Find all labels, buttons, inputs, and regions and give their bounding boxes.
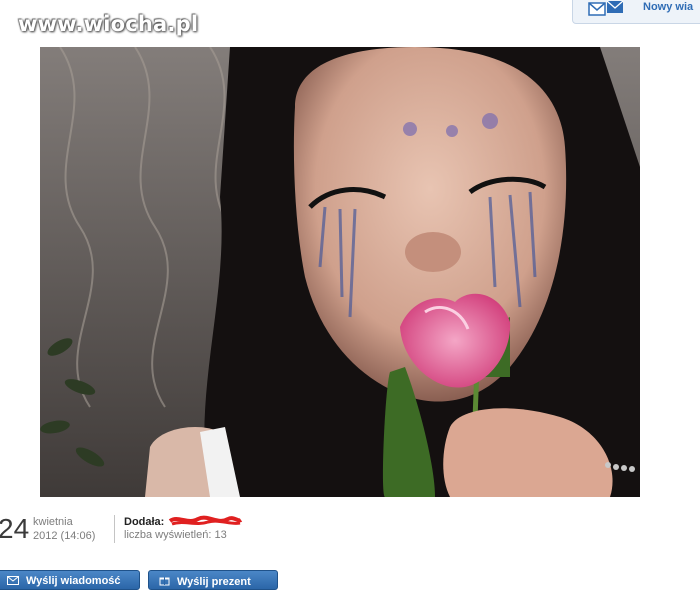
added-by-label: Dodała: [124,516,165,528]
post-photo [40,47,640,497]
envelope-icon [587,0,627,24]
views-row: liczba wyświetleń: 13 [124,529,227,541]
meta-divider [114,515,115,543]
new-message-label[interactable]: Nowy wia [643,1,693,13]
post-date-day: 24 [0,513,30,544]
new-message-notification[interactable]: Nowy wia [572,0,700,24]
gift-icon [159,575,170,589]
send-gift-button[interactable]: Wyślij prezent [148,570,278,590]
send-message-button[interactable]: Wyślij wiadomość [0,570,140,590]
post-date-month: kwietnia [33,516,73,528]
envelope-icon [7,576,19,588]
views-label: liczba wyświetleń: [124,529,212,541]
views-count: 13 [214,529,227,541]
post-date-year-time: 2012 (14:06) [33,530,96,542]
send-gift-label: Wyślij prezent [177,576,251,588]
send-message-label: Wyślij wiadomość [26,575,121,587]
site-watermark: www.wiocha.pl [18,12,199,36]
